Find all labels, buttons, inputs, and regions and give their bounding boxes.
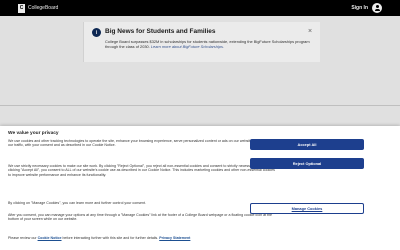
privacy-statement-link[interactable]: Privacy Statement [159,236,190,240]
privacy-banner: We value your privacy We use cookies and… [0,126,400,250]
privacy-review-text-2: before interacting further with this sit… [61,236,160,240]
privacy-paragraph-3: By clicking on "Manage Cookies", you can… [8,201,146,205]
reject-optional-button[interactable]: Reject Optional [250,158,364,169]
privacy-paragraph-5: Please review our Cookie Notice before i… [8,236,276,240]
privacy-paragraph-4: After you consent, you can manage your o… [8,213,273,222]
accept-all-button[interactable]: Accept All [250,139,364,150]
privacy-paragraph-2: We use strictly necessary cookies to mak… [8,164,275,177]
privacy-review-text: Please review our [8,236,38,240]
manage-cookies-button[interactable]: Manage Cookies [250,203,364,214]
privacy-title: We value your privacy [8,131,59,136]
cookie-notice-link[interactable]: Cookie Notice [38,236,62,240]
privacy-paragraph-1: We use cookies and other tracking techno… [8,139,274,148]
